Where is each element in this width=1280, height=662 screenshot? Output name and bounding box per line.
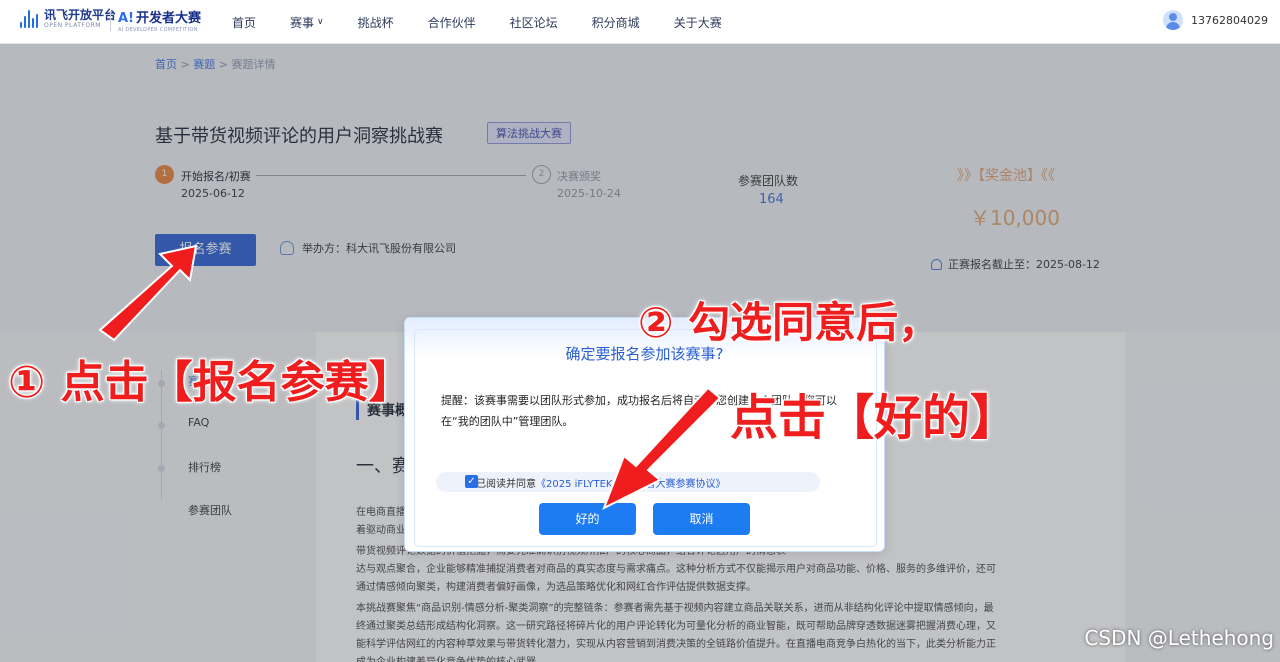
csdn-watermark: CSDN @Lethehong: [1084, 626, 1274, 650]
cancel-button[interactable]: 取消: [653, 503, 750, 535]
logo2-title: 开发者大赛: [136, 11, 202, 26]
developer-contest-logo[interactable]: A! 开发者大赛 AI DEVELOPER COMPETITION: [118, 9, 201, 33]
annotation-step-2: ② 勾选同意后，: [638, 298, 941, 347]
user-menu[interactable]: 13762804029: [1163, 10, 1268, 30]
top-navbar: 讯飞开放平台 OPEN PLATFORM A! 开发者大赛 AI DEVELOPE…: [0, 0, 1280, 44]
sound-wave-icon: [20, 10, 40, 28]
user-phone: 13762804029: [1191, 13, 1268, 27]
nav-challenge-cup[interactable]: 挑战杯: [358, 14, 394, 31]
nav-about[interactable]: 关于大赛: [674, 14, 722, 31]
ok-button[interactable]: 好的: [539, 503, 636, 535]
annotation-step-3: 点击【好的】: [730, 390, 1019, 446]
agreement-link[interactable]: 《2025 iFLYTEK AI开发者大赛参赛协议》: [536, 475, 725, 490]
annotation-step-1: ① 点击【报名参赛】: [8, 357, 413, 408]
iflytek-logo[interactable]: 讯飞开放平台 OPEN PLATFORM: [20, 9, 116, 29]
nav-events[interactable]: 赛事 ∨: [290, 14, 324, 31]
nav-home[interactable]: 首页: [232, 14, 256, 31]
main-nav: 首页 赛事 ∨ 挑战杯 合作伙伴 社区论坛 积分商城 关于大赛: [232, 0, 756, 44]
chevron-down-icon: ∨: [317, 17, 324, 27]
logo-divider: [110, 11, 111, 31]
ai-logo-icon: A!: [118, 11, 134, 26]
logo-subtitle: OPEN PLATFORM: [44, 22, 101, 29]
avatar[interactable]: [1163, 10, 1184, 30]
agreement-checkbox[interactable]: ✓: [465, 475, 478, 488]
logo2-subtitle: AI DEVELOPER COMPETITION: [118, 27, 198, 33]
logo-title: 讯飞开放平台: [44, 8, 117, 22]
nav-partners[interactable]: 合作伙伴: [428, 14, 476, 31]
nav-forum[interactable]: 社区论坛: [510, 14, 558, 31]
nav-points-mall[interactable]: 积分商城: [592, 14, 640, 31]
agreement-row[interactable]: ✓ 我已阅读并同意 《2025 iFLYTEK AI开发者大赛参赛协议》: [436, 472, 820, 492]
